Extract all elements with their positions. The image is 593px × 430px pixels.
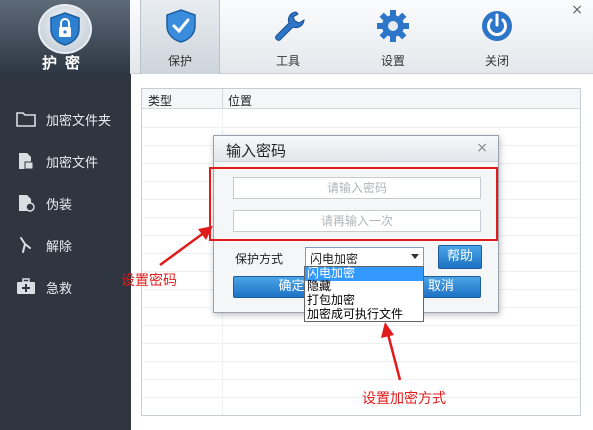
arrow-to-dropdown xyxy=(381,322,402,381)
arrow-to-password xyxy=(159,226,213,267)
annotation-arrows xyxy=(159,226,402,381)
annotation-set-password: 设置密码 xyxy=(121,273,177,289)
annotation-set-method: 设置加密方式 xyxy=(362,391,446,407)
